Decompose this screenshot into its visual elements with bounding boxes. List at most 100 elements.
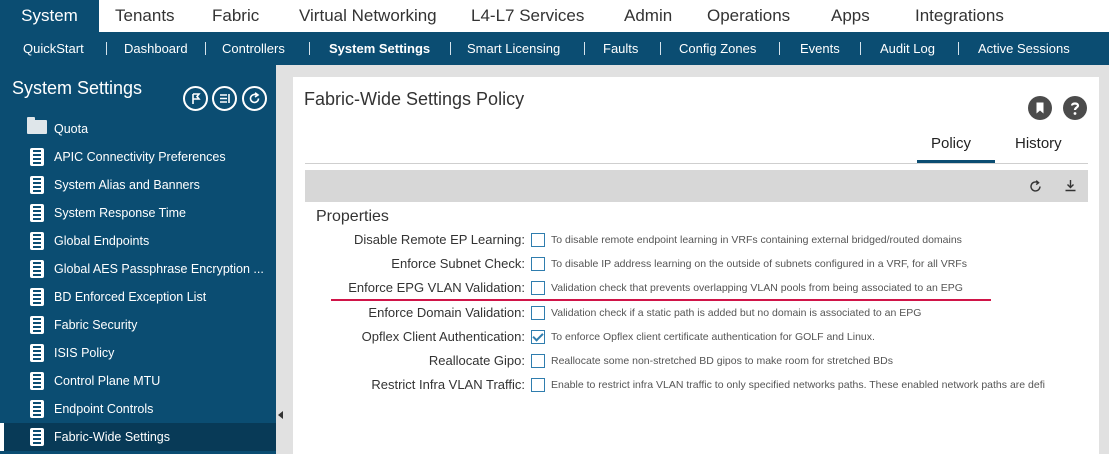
sidebar: System Settings Quota APIC Connectivity … — [0, 65, 276, 454]
sidebar-item-system-alias-banners[interactable]: System Alias and Banners — [0, 171, 276, 199]
tab-policy[interactable]: Policy — [931, 135, 971, 152]
tab-system[interactable]: System — [0, 0, 99, 32]
policy-toolbar — [305, 170, 1088, 202]
sidebar-item-label: BD Enforced Exception List — [54, 290, 207, 304]
property-enforce-subnet-check: Enforce Subnet Check: To disable IP addr… — [305, 254, 1095, 276]
sidebar-item-fabric-security[interactable]: Fabric Security — [0, 311, 276, 339]
download-icon[interactable] — [1063, 178, 1078, 193]
tab-integrations[interactable]: Integrations — [915, 0, 1004, 32]
opflex-client-authentication-checkbox[interactable] — [531, 330, 545, 344]
sidebar-item-global-aes-passphrase[interactable]: Global AES Passphrase Encryption ... — [0, 255, 276, 283]
subnav-divider — [309, 42, 310, 55]
tab-tenants[interactable]: Tenants — [115, 0, 175, 32]
sidebar-title: System Settings — [12, 78, 143, 98]
subnav-dashboard[interactable]: Dashboard — [124, 32, 188, 65]
sub-nav: QuickStart Dashboard Controllers System … — [0, 32, 1109, 65]
collapse-arrow-icon[interactable] — [278, 411, 283, 419]
tab-operations[interactable]: Operations — [707, 0, 790, 32]
sidebar-item-label: Global Endpoints — [54, 234, 150, 248]
policy-file-icon — [30, 428, 44, 446]
subnav-events[interactable]: Events — [800, 32, 840, 65]
list-icon — [220, 94, 230, 103]
policy-file-icon — [30, 344, 44, 362]
folder-icon — [27, 117, 47, 134]
subnav-divider — [779, 42, 780, 55]
subnav-divider — [860, 42, 861, 55]
property-enforce-domain-validation: Enforce Domain Validation: Validation ch… — [305, 303, 1095, 325]
sidebar-item-control-plane-mtu[interactable]: Control Plane MTU — [0, 367, 276, 395]
help-icon — [1070, 102, 1080, 115]
sidebar-splitter[interactable] — [276, 65, 285, 454]
flag-icon — [192, 93, 201, 104]
subnav-smart-licensing[interactable]: Smart Licensing — [467, 32, 560, 65]
sidebar-item-apic-connectivity-preferences[interactable]: APIC Connectivity Preferences — [0, 143, 276, 171]
subnav-divider — [584, 42, 585, 55]
policy-file-icon — [30, 260, 44, 278]
property-label: Restrict Infra VLAN Traffic: — [371, 377, 525, 392]
subnav-divider — [106, 42, 107, 55]
subnav-audit-log[interactable]: Audit Log — [880, 32, 935, 65]
property-label: Enforce Subnet Check: — [391, 256, 525, 271]
sidebar-item-system-response-time[interactable]: System Response Time — [0, 199, 276, 227]
refresh-icon[interactable] — [1028, 179, 1043, 194]
tab-virtual-networking[interactable]: Virtual Networking — [299, 0, 437, 32]
sidebar-refresh-button[interactable] — [242, 86, 267, 111]
policy-file-icon — [30, 176, 44, 194]
reallocate-gipo-checkbox[interactable] — [531, 354, 545, 368]
tab-l4-l7-services[interactable]: L4-L7 Services — [471, 0, 584, 32]
subnav-divider — [450, 42, 451, 55]
property-label: Disable Remote EP Learning: — [353, 232, 525, 247]
subnav-controllers[interactable]: Controllers — [222, 32, 285, 65]
property-disable-remote-ep-learning: Disable Remote EP Learning: To disable r… — [305, 230, 1095, 252]
sidebar-item-label: Endpoint Controls — [54, 402, 154, 416]
highlight-underline — [331, 299, 991, 301]
sidebar-launch-button[interactable] — [183, 86, 208, 111]
property-restrict-infra-vlan-traffic: Restrict Infra VLAN Traffic: Enable to r… — [305, 375, 1095, 397]
selection-indicator — [0, 423, 4, 451]
sidebar-item-isis-policy[interactable]: ISIS Policy — [0, 339, 276, 367]
subnav-active-sessions[interactable]: Active Sessions — [978, 32, 1070, 65]
sidebar-item-label: ISIS Policy — [54, 346, 115, 360]
sidebar-list-button[interactable] — [212, 86, 237, 111]
property-description: Enable to restrict infra VLAN traffic to… — [551, 379, 1045, 391]
subnav-faults[interactable]: Faults — [603, 32, 638, 65]
subnav-divider — [958, 42, 959, 55]
sidebar-item-global-endpoints[interactable]: Global Endpoints — [0, 227, 276, 255]
properties-heading: Properties — [316, 208, 389, 225]
property-label: Enforce Domain Validation: — [368, 305, 525, 320]
policy-file-icon — [30, 232, 44, 250]
tab-admin[interactable]: Admin — [624, 0, 672, 32]
restrict-infra-vlan-traffic-checkbox[interactable] — [531, 378, 545, 392]
sidebar-item-label: Fabric Security — [54, 318, 138, 332]
enforce-domain-validation-checkbox[interactable] — [531, 306, 545, 320]
property-label: Enforce EPG VLAN Validation: — [348, 280, 525, 295]
tab-divider — [305, 163, 1088, 164]
sidebar-item-label: Global AES Passphrase Encryption ... — [54, 262, 264, 276]
top-nav: System Tenants Fabric Virtual Networking… — [0, 0, 1109, 32]
sidebar-item-label: System Response Time — [54, 206, 186, 220]
sidebar-item-label: Fabric-Wide Settings — [54, 430, 171, 444]
subnav-system-settings[interactable]: System Settings — [329, 32, 430, 65]
subnav-quickstart[interactable]: QuickStart — [23, 32, 84, 65]
tab-apps[interactable]: Apps — [831, 0, 870, 32]
tab-history[interactable]: History — [1015, 135, 1062, 152]
subnav-config-zones[interactable]: Config Zones — [679, 32, 756, 65]
subnav-divider — [660, 42, 661, 55]
bookmark-icon — [1036, 102, 1044, 114]
sidebar-item-bd-enforced-exception-list[interactable]: BD Enforced Exception List — [0, 283, 276, 311]
sidebar-item-label: Quota — [54, 122, 89, 136]
bookmark-button[interactable] — [1028, 96, 1052, 120]
enforce-epg-vlan-validation-checkbox[interactable] — [531, 281, 545, 295]
help-button[interactable] — [1063, 96, 1087, 120]
policy-file-icon — [30, 400, 44, 418]
tab-fabric[interactable]: Fabric — [212, 0, 259, 32]
sidebar-item-quota[interactable]: Quota — [0, 115, 276, 143]
enforce-subnet-check-checkbox[interactable] — [531, 257, 545, 271]
property-enforce-epg-vlan-validation: Enforce EPG VLAN Validation: Validation … — [305, 278, 1095, 300]
sidebar-item-fabric-wide-settings[interactable]: Fabric-Wide Settings — [0, 423, 276, 451]
disable-remote-ep-learning-checkbox[interactable] — [531, 233, 545, 247]
page-title: Fabric-Wide Settings Policy — [304, 89, 525, 109]
property-reallocate-gipo: Reallocate Gipo: Reallocate some non-str… — [305, 351, 1095, 373]
sidebar-item-endpoint-controls[interactable]: Endpoint Controls — [0, 395, 276, 423]
property-description: To enforce Opflex client certificate aut… — [551, 331, 875, 343]
